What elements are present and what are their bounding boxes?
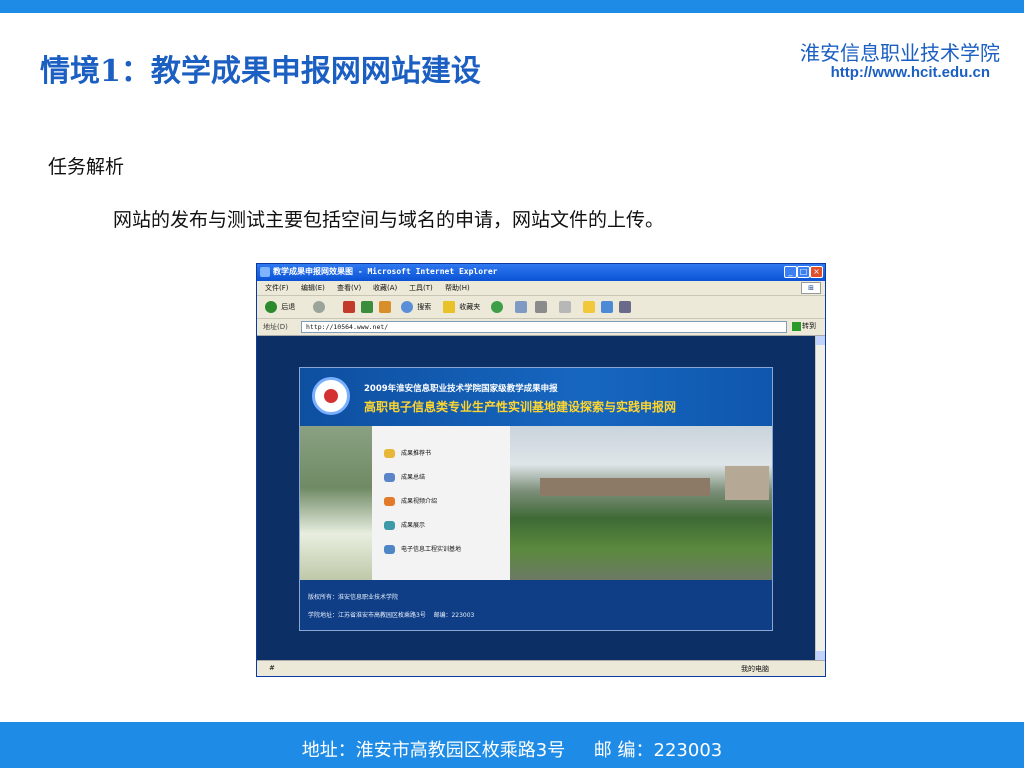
edit-icon — [559, 301, 571, 313]
windows-logo-icon: ⊞ — [801, 282, 821, 294]
ie-icon — [260, 267, 270, 277]
edit-button[interactable] — [559, 299, 573, 315]
school-url[interactable]: http://www.hcit.edu.cn — [831, 64, 990, 81]
search-button[interactable]: 搜索 — [401, 299, 431, 315]
star-icon — [443, 301, 455, 313]
mail-button[interactable] — [515, 299, 529, 315]
site-header-line1: 2009年淮安信息职业技术学院国家级教学成果申报 — [364, 384, 558, 394]
footer-address: 地址：淮安市高教园区枚乘路3号 邮 编：223003 — [301, 740, 723, 761]
school-logo-icon — [312, 377, 350, 415]
minimize-icon[interactable]: _ — [784, 266, 797, 278]
campus-photo — [510, 426, 772, 580]
refresh-button[interactable] — [361, 299, 375, 315]
site-header: 2009年淮安信息职业技术学院国家级教学成果申报 高职电子信息类专业生产性实训基… — [300, 368, 772, 426]
home-button[interactable] — [379, 299, 393, 315]
tools-button[interactable] — [619, 299, 633, 315]
browser-screenshot: 教学成果申报网效果图 - Microsoft Internet Explorer… — [256, 263, 826, 677]
menu-edit[interactable]: 编辑(E) — [301, 283, 325, 293]
building-shape — [540, 478, 710, 496]
folder-button[interactable] — [583, 299, 597, 315]
menu-view[interactable]: 查看(V) — [337, 283, 361, 293]
bottom-accent-bar: 地址：淮安市高教园区枚乘路3号 邮 编：223003 — [0, 722, 1024, 768]
display-icon — [384, 521, 395, 530]
site-copyright: 版权所有：淮安信息职业技术学院 — [308, 594, 399, 601]
favorites-button[interactable]: 收藏夹 — [443, 299, 480, 315]
browser-title: 教学成果申报网效果图 - Microsoft Internet Explorer — [273, 267, 498, 276]
flower-photo — [300, 426, 372, 580]
browser-titlebar: 教学成果申报网效果图 - Microsoft Internet Explorer… — [257, 264, 825, 281]
menu-favorites[interactable]: 收藏(A) — [373, 283, 397, 293]
menu-help[interactable]: 帮助(H) — [445, 283, 470, 293]
stop-button[interactable] — [343, 299, 357, 315]
site-address: 学院地址：江苏省淮安市高教园区枚乘路3号 邮编：223003 — [308, 612, 475, 619]
slide-title: 情境1：教学成果申报网网站建设 — [40, 54, 481, 89]
browser-toolbar: 后退 搜索 收藏夹 — [257, 296, 825, 319]
browser-address-bar: 地址(D) http://10564.www.net/ 转到 — [257, 319, 825, 336]
menu-file[interactable]: 文件(F) — [265, 283, 289, 293]
scroll-up-icon[interactable] — [816, 336, 825, 345]
stop-icon — [343, 301, 355, 313]
site-footer: 版权所有：淮安信息职业技术学院 学院地址：江苏省淮安市高教园区枚乘路3号 邮编：… — [300, 580, 772, 630]
menu-tools[interactable]: 工具(T) — [409, 283, 433, 293]
vertical-scrollbar[interactable] — [815, 336, 825, 660]
forward-button[interactable] — [313, 299, 327, 315]
back-arrow-icon — [265, 301, 277, 313]
school-name: 淮安信息职业技术学院 — [800, 41, 1000, 65]
tools-icon — [619, 301, 631, 313]
site-page: 2009年淮安信息职业技术学院国家级教学成果申报 高职电子信息类专业生产性实训基… — [299, 367, 773, 631]
task-body-text: 网站的发布与测试主要包括空间与域名的申请，网站文件的上传。 — [113, 209, 665, 231]
site-menu-item-video[interactable]: 成果视频介绍 — [384, 496, 437, 506]
go-arrow-icon — [792, 321, 801, 331]
messenger-button[interactable] — [601, 299, 615, 315]
site-menu-item-showcase[interactable]: 成果展示 — [384, 520, 425, 530]
messenger-icon — [601, 301, 613, 313]
history-button[interactable] — [491, 299, 505, 315]
top-accent-bar — [0, 0, 1024, 13]
go-button[interactable]: 转到 — [792, 321, 816, 331]
site-menu: 成果推荐书 成果总结 成果视频介绍 成果展示 电子信息工程实训基地 — [372, 426, 510, 580]
back-button[interactable]: 后退 — [265, 299, 295, 315]
folder-icon — [583, 301, 595, 313]
search-icon — [401, 301, 413, 313]
close-icon[interactable]: × — [810, 266, 823, 278]
browser-menubar: 文件(F) 编辑(E) 查看(V) 收藏(A) 工具(T) 帮助(H) ⊞ — [257, 281, 825, 296]
home-icon — [379, 301, 391, 313]
site-menu-item-recommendation[interactable]: 成果推荐书 — [384, 448, 431, 458]
site-menu-item-summary[interactable]: 成果总结 — [384, 472, 425, 482]
checklist-icon — [384, 473, 395, 482]
print-icon — [535, 301, 547, 313]
print-button[interactable] — [535, 299, 549, 315]
pen-icon — [384, 545, 395, 554]
status-text: # — [269, 664, 275, 672]
mail-icon — [515, 301, 527, 313]
video-icon — [384, 497, 395, 506]
history-icon — [491, 301, 503, 313]
task-heading: 任务解析 — [48, 156, 125, 178]
book-icon — [384, 449, 395, 458]
site-menu-item-training-base[interactable]: 电子信息工程实训基地 — [384, 544, 461, 554]
forward-arrow-icon — [313, 301, 325, 313]
address-input[interactable]: http://10564.www.net/ — [301, 321, 787, 333]
browser-content-area: 2009年淮安信息职业技术学院国家级教学成果申报 高职电子信息类专业生产性实训基… — [257, 336, 815, 660]
building-shape — [725, 466, 769, 500]
status-zone: 我的电脑 — [741, 665, 769, 673]
maximize-icon[interactable]: □ — [797, 266, 810, 278]
browser-statusbar: # 我的电脑 — [257, 660, 825, 676]
address-label: 地址(D) — [263, 323, 288, 331]
site-header-line2: 高职电子信息类专业生产性实训基地建设探索与实践申报网 — [364, 400, 677, 414]
refresh-icon — [361, 301, 373, 313]
scroll-down-icon[interactable] — [816, 651, 825, 660]
